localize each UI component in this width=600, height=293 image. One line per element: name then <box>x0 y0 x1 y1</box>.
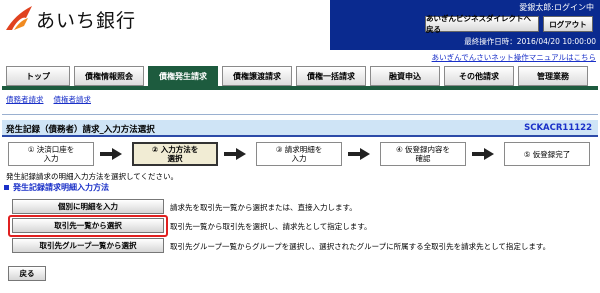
step-1: ① 決済口座を 入力 <box>8 142 94 166</box>
page-title: 発生記録（債務者）請求_入力方法選択 <box>6 125 155 135</box>
step-4-line1: ④ 仮登録内容を <box>395 145 451 154</box>
step-3: ③ 請求明細を 入力 <box>256 142 342 166</box>
step-3-line2: 入力 <box>291 154 307 163</box>
arrow-right-icon <box>224 148 246 160</box>
bank-logo-icon <box>6 6 32 30</box>
step-1-line2: 入力 <box>43 154 59 163</box>
section-heading: 発生記録請求明細入力方法 <box>4 182 109 193</box>
page-title-bar: 発生記録（債務者）請求_入力方法選択 SCKACR11122 <box>2 120 598 137</box>
user-name: 愛銀太郎:ログイン中 <box>519 3 594 12</box>
step-2-line2: 選択 <box>167 154 183 163</box>
header-bar: 愛銀太郎:ログイン中 あいぎんビジネスダイレクトへ戻る ログアウト 最終操作日時… <box>330 0 600 50</box>
manual-link[interactable]: あいぎんでんさいネット操作マニュアルはこちら <box>432 52 596 63</box>
square-bullet-icon <box>4 185 9 190</box>
tab-batch-request[interactable]: 債権一括請求 <box>296 66 366 86</box>
step-4-line2: 確認 <box>415 154 431 163</box>
arrow-right-icon <box>472 148 494 160</box>
tab-credit-inquiry[interactable]: 債権情報照会 <box>74 66 144 86</box>
back-button[interactable]: 戻る <box>8 266 46 281</box>
instruction-text: 発生記録請求の明細入力方法を選択してください。 <box>6 172 179 181</box>
step-2: ② 入力方法を 選択 <box>132 142 218 166</box>
step-indicator: ① 決済口座を 入力 ② 入力方法を 選択 ③ 請求明細を 入力 ④ 仮登録内容を 確認… <box>6 142 594 166</box>
logout-button[interactable]: ログアウト <box>543 16 593 32</box>
select-from-group-list-button[interactable]: 取引先グループ一覧から選択 <box>12 238 164 253</box>
sub-navigation: 債務者請求 債権者請求 <box>6 94 91 105</box>
step-3-line1: ③ 請求明細を <box>275 145 323 154</box>
tab-top[interactable]: トップ <box>6 66 70 86</box>
partner-list-desc: 取引先一覧から取引先を選択し、請求先として指定します。 <box>170 222 372 231</box>
step-1-line1: ① 決済口座を <box>27 145 75 154</box>
arrow-right-icon <box>100 148 122 160</box>
tab-underline <box>2 86 598 90</box>
tab-loan-application[interactable]: 融資申込 <box>370 66 440 86</box>
tab-credit-issue[interactable]: 債権発生請求 <box>148 66 218 86</box>
divider <box>2 114 598 115</box>
step-5: ⑤ 仮登録完了 <box>504 142 590 166</box>
step-5-line1: ⑤ 仮登録完了 <box>523 149 571 159</box>
tab-other-request[interactable]: その他請求 <box>444 66 514 86</box>
step-4: ④ 仮登録内容を 確認 <box>380 142 466 166</box>
section-heading-text: 発生記録請求明細入力方法 <box>13 183 109 192</box>
group-list-desc: 取引先グループ一覧からグループを選択し、選択されたグループに所属する全取引先を請… <box>170 242 551 251</box>
individual-input-desc: 請求先を取引先一覧から選択または、直接入力します。 <box>170 203 357 212</box>
select-from-partner-list-button[interactable]: 取引先一覧から選択 <box>12 218 164 233</box>
tab-credit-transfer[interactable]: 債権譲渡請求 <box>222 66 292 86</box>
arrow-right-icon <box>348 148 370 160</box>
step-2-line1: ② 入力方法を <box>151 145 199 154</box>
last-operation-time: 最終操作日時：2016/04/20 10:00:00 <box>464 37 596 46</box>
bank-name: あいち銀行 <box>36 10 137 32</box>
back-to-direct-button[interactable]: あいぎんビジネスダイレクトへ戻る <box>425 14 539 34</box>
main-tabs: トップ 債権情報照会 債権発生請求 債権譲渡請求 債権一括請求 融資申込 その他… <box>6 66 594 86</box>
subnav-creditor-request[interactable]: 債権者請求 <box>54 94 92 105</box>
tab-management[interactable]: 管理業務 <box>518 66 588 86</box>
subnav-debtor-request[interactable]: 債務者請求 <box>6 94 44 105</box>
individual-input-button[interactable]: 個別に明細を入力 <box>12 199 164 214</box>
screen-id: SCKACR11122 <box>524 123 592 133</box>
